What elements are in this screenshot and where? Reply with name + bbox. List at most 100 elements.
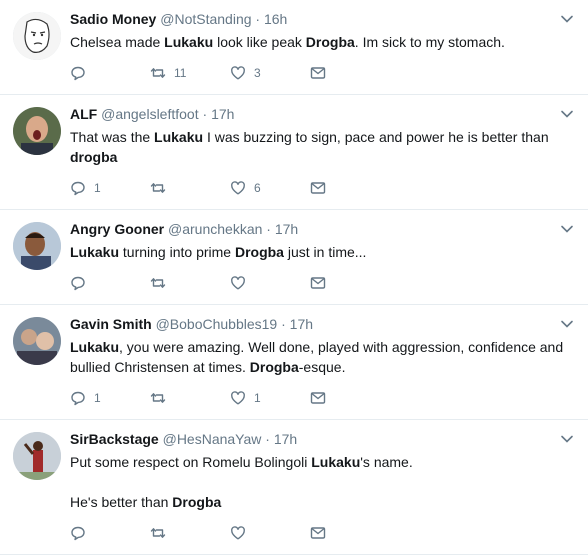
retweet-button[interactable] bbox=[150, 390, 230, 406]
display-name[interactable]: Sadio Money bbox=[70, 11, 156, 27]
display-name[interactable]: Angry Gooner bbox=[70, 221, 164, 237]
envelope-icon bbox=[310, 390, 326, 406]
username[interactable]: @BoboChubbles19 bbox=[156, 316, 278, 332]
retweet-icon bbox=[150, 390, 166, 406]
tweet-header: ALF @angelsleftfoot · 17h bbox=[70, 105, 574, 123]
reply-icon bbox=[70, 65, 86, 81]
like-button[interactable] bbox=[230, 525, 310, 541]
display-name[interactable]: Gavin Smith bbox=[70, 316, 152, 332]
replies-count: 1 bbox=[94, 181, 101, 195]
reply-button[interactable] bbox=[70, 525, 150, 541]
reply-button[interactable] bbox=[70, 65, 150, 81]
timestamp[interactable]: 17h bbox=[275, 221, 298, 237]
retweet-icon bbox=[150, 180, 166, 196]
text-segment: 's name. bbox=[360, 454, 413, 470]
text-segment: turning into prime bbox=[119, 244, 235, 260]
chevron-down-icon[interactable] bbox=[560, 14, 574, 24]
replies-count: 1 bbox=[94, 391, 101, 405]
highlighted-keyword: Lukaku bbox=[164, 34, 214, 50]
avatar[interactable] bbox=[13, 12, 61, 60]
envelope-icon bbox=[310, 275, 326, 291]
heart-icon bbox=[230, 390, 246, 406]
highlighted-keyword: Lukaku bbox=[311, 454, 361, 470]
tweet-actions: 16 bbox=[70, 177, 574, 209]
direct-message-button[interactable] bbox=[310, 180, 340, 196]
timestamp[interactable]: 17h bbox=[290, 316, 313, 332]
envelope-icon bbox=[310, 65, 326, 81]
tweet-header: Gavin Smith @BoboChubbles19 · 17h bbox=[70, 315, 574, 333]
retweet-icon bbox=[150, 525, 166, 541]
avatar[interactable] bbox=[13, 222, 61, 270]
chevron-down-icon[interactable] bbox=[560, 319, 574, 329]
heart-icon bbox=[230, 65, 246, 81]
retweet-icon bbox=[150, 65, 166, 81]
username[interactable]: @angelsleftfoot bbox=[101, 106, 199, 122]
tweet[interactable]: Angry Gooner @arunchekkan · 17h Lukaku tu… bbox=[0, 210, 588, 305]
separator: · bbox=[198, 106, 212, 122]
separator: · bbox=[277, 316, 290, 332]
like-button[interactable]: 3 bbox=[230, 65, 310, 81]
retweet-button[interactable] bbox=[150, 525, 230, 541]
like-button[interactable] bbox=[230, 275, 310, 291]
timestamp[interactable]: 17h bbox=[274, 431, 297, 447]
heart-icon bbox=[230, 180, 246, 196]
separator: · bbox=[262, 221, 275, 237]
timestamp[interactable]: 17h bbox=[211, 106, 234, 122]
display-name[interactable]: ALF bbox=[70, 106, 97, 122]
reply-button[interactable]: 1 bbox=[70, 390, 150, 406]
chevron-down-icon[interactable] bbox=[560, 109, 574, 119]
tweet[interactable]: Sadio Money @NotStanding · 16h Chelsea ma… bbox=[0, 0, 588, 95]
direct-message-button[interactable] bbox=[310, 525, 340, 541]
chevron-down-icon[interactable] bbox=[560, 434, 574, 444]
display-name[interactable]: SirBackstage bbox=[70, 431, 159, 447]
tweet[interactable]: SirBackstage @HesNanaYaw · 17h Put some r… bbox=[0, 420, 588, 555]
like-button[interactable]: 6 bbox=[230, 180, 310, 196]
highlighted-keyword: Lukaku bbox=[70, 244, 120, 260]
tweet-text: That was the Lukaku I was buzzing to sig… bbox=[70, 127, 574, 167]
likes-count: 6 bbox=[254, 181, 261, 195]
tweet[interactable]: Gavin Smith @BoboChubbles19 · 17h Lukaku,… bbox=[0, 305, 588, 420]
highlighted-keyword: Lukaku bbox=[154, 129, 204, 145]
tweet-text: Lukaku turning into prime Drogba just in… bbox=[70, 242, 574, 262]
heart-icon bbox=[230, 525, 246, 541]
reply-icon bbox=[70, 180, 86, 196]
reply-button[interactable]: 1 bbox=[70, 180, 150, 196]
username[interactable]: @HesNanaYaw bbox=[163, 431, 262, 447]
separator: · bbox=[261, 431, 274, 447]
text-segment: look like peak bbox=[213, 34, 306, 50]
username[interactable]: @arunchekkan bbox=[168, 221, 262, 237]
avatar[interactable] bbox=[13, 107, 61, 155]
text-segment: just in time... bbox=[283, 244, 367, 260]
username[interactable]: @NotStanding bbox=[160, 11, 251, 27]
tweet-text: Put some respect on Romelu Bolingoli Luk… bbox=[70, 452, 574, 512]
direct-message-button[interactable] bbox=[310, 390, 340, 406]
text-segment: I was buzzing to sign, pace and power he… bbox=[203, 129, 549, 145]
reply-icon bbox=[70, 275, 86, 291]
tweet-header: Angry Gooner @arunchekkan · 17h bbox=[70, 220, 574, 238]
highlighted-keyword: Drogba bbox=[305, 34, 355, 50]
text-segment: That was the bbox=[70, 129, 155, 145]
avatar[interactable] bbox=[13, 317, 61, 365]
tweet-actions: 11 3 bbox=[70, 62, 574, 94]
tweet-header: SirBackstage @HesNanaYaw · 17h bbox=[70, 430, 574, 448]
highlighted-keyword: Lukaku bbox=[70, 339, 120, 355]
retweet-button[interactable] bbox=[150, 275, 230, 291]
direct-message-button[interactable] bbox=[310, 65, 340, 81]
retweet-button[interactable] bbox=[150, 180, 230, 196]
avatar[interactable] bbox=[13, 432, 61, 480]
retweet-button[interactable]: 11 bbox=[150, 65, 230, 81]
like-button[interactable]: 1 bbox=[230, 390, 310, 406]
tweet-actions: 11 bbox=[70, 387, 574, 419]
reply-icon bbox=[70, 525, 86, 541]
chevron-down-icon[interactable] bbox=[560, 224, 574, 234]
highlighted-keyword: Drogba bbox=[234, 244, 284, 260]
tweet-header: Sadio Money @NotStanding · 16h bbox=[70, 10, 574, 28]
direct-message-button[interactable] bbox=[310, 275, 340, 291]
text-segment: Chelsea made bbox=[70, 34, 165, 50]
timestamp[interactable]: 16h bbox=[264, 11, 287, 27]
tweet-text: Chelsea made Lukaku look like peak Drogb… bbox=[70, 32, 574, 52]
envelope-icon bbox=[310, 180, 326, 196]
retweets-count: 11 bbox=[174, 66, 187, 80]
reply-button[interactable] bbox=[70, 275, 150, 291]
tweet[interactable]: ALF @angelsleftfoot · 17h That was the Lu… bbox=[0, 95, 588, 210]
